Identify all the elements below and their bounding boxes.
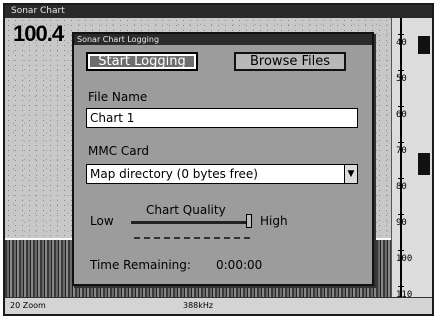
chart-logging-dialog: Sonar Chart Logging Start Logging Browse… xyxy=(72,32,374,286)
browse-files-button[interactable]: Browse Files xyxy=(234,52,346,71)
scale-marker-mid xyxy=(418,153,430,175)
scale-tickmark xyxy=(398,214,404,215)
scale-tick-label: 100 xyxy=(396,254,413,264)
chart-quality-title: Chart Quality xyxy=(146,203,226,217)
chart-quality-thumb[interactable] xyxy=(246,214,252,228)
scale-tick-label: 70 xyxy=(396,146,407,156)
quality-low-label: Low xyxy=(90,214,114,228)
mmc-card-label: MMC Card xyxy=(88,144,149,158)
file-name-value: Chart 1 xyxy=(90,111,135,125)
time-remaining-label: Time Remaining: xyxy=(90,258,191,272)
time-remaining-value: 0:00:00 xyxy=(216,258,263,272)
scale-tickmark xyxy=(398,286,404,287)
window-title: Sonar Chart xyxy=(5,5,432,18)
status-bar: 20 Zoom 388kHz xyxy=(5,297,432,314)
mmc-card-value: Map directory (0 bytes free) xyxy=(90,167,258,181)
depth-readout: 100.4 xyxy=(13,21,64,46)
scale-tickmark xyxy=(398,142,404,143)
file-name-label: File Name xyxy=(88,90,148,104)
scale-tick-label: 80 xyxy=(396,182,407,192)
scale-tick-label: 60 xyxy=(396,110,407,120)
chevron-down-icon[interactable]: ▼ xyxy=(344,165,357,183)
depth-scale: 40 50 60 70 80 90 100 110 xyxy=(391,18,432,298)
scale-marker-top xyxy=(418,36,430,54)
start-logging-button[interactable]: Start Logging xyxy=(86,52,198,71)
scale-tick-label: 50 xyxy=(396,74,407,84)
scale-tick-label: 90 xyxy=(396,218,407,228)
scale-tickmark xyxy=(398,34,404,35)
scale-tickmark xyxy=(398,178,404,179)
file-name-field[interactable]: Chart 1 xyxy=(86,108,358,128)
scale-tickmark xyxy=(398,106,404,107)
quality-high-label: High xyxy=(260,214,288,228)
zoom-status: 20 Zoom xyxy=(10,301,46,310)
scale-tickmark xyxy=(398,70,404,71)
mmc-card-select[interactable]: Map directory (0 bytes free) ▼ xyxy=(86,164,358,184)
quality-dashes xyxy=(134,237,250,239)
dialog-title: Sonar Chart Logging xyxy=(74,34,372,45)
frequency-status: 388kHz xyxy=(183,301,214,310)
scale-tickmark xyxy=(398,250,404,251)
chart-quality-slider[interactable] xyxy=(131,221,249,224)
scale-tick-label: 40 xyxy=(396,38,407,48)
